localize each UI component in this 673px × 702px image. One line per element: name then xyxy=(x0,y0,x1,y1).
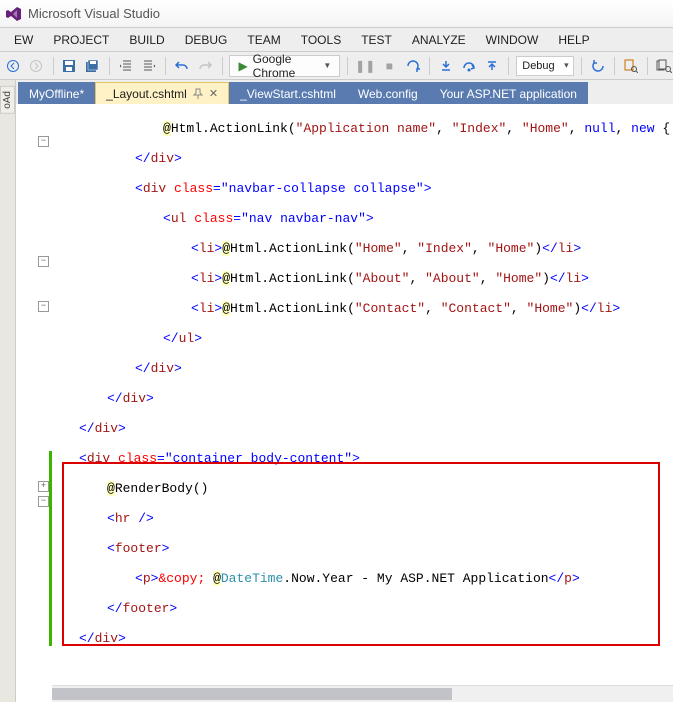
outline-toggle[interactable]: − xyxy=(38,301,49,312)
step-out-button[interactable] xyxy=(483,55,501,77)
restart-icon[interactable] xyxy=(404,55,422,77)
menu-window[interactable]: WINDOW xyxy=(476,33,549,47)
outline-toggle[interactable]: + xyxy=(38,481,49,492)
pause-button[interactable]: ❚❚ xyxy=(355,55,375,77)
start-debug-button[interactable]: ▶ Google Chrome ▼ xyxy=(229,55,340,77)
sidebar-tab[interactable]: oAd xyxy=(0,86,15,114)
save-button[interactable] xyxy=(60,55,78,77)
menu-view[interactable]: EW xyxy=(4,33,43,47)
outline-toggle[interactable]: − xyxy=(38,136,49,147)
undo-button[interactable] xyxy=(173,55,191,77)
title-bar: Microsoft Visual Studio xyxy=(0,0,673,28)
horizontal-scrollbar[interactable] xyxy=(52,685,673,702)
menu-analyze[interactable]: ANALYZE xyxy=(402,33,476,47)
vs-logo-icon xyxy=(6,6,22,22)
code-editor[interactable]: − − − + − @Html.ActionLink("Application … xyxy=(16,104,673,702)
outdent-button[interactable] xyxy=(117,55,135,77)
menu-build[interactable]: BUILD xyxy=(119,33,174,47)
menu-team[interactable]: TEAM xyxy=(237,33,290,47)
window-title: Microsoft Visual Studio xyxy=(28,6,160,21)
menu-project[interactable]: PROJECT xyxy=(43,33,119,47)
document-tabs: MyOffline* _Layout.cshtml ✕ _ViewStart.c… xyxy=(16,80,673,104)
step-over-button[interactable] xyxy=(460,55,478,77)
step-into-button[interactable] xyxy=(437,55,455,77)
tab-aspnet[interactable]: Your ASP.NET application xyxy=(429,82,588,104)
browser-refresh-button[interactable] xyxy=(589,55,607,77)
play-icon: ▶ xyxy=(238,59,247,73)
tab-layout[interactable]: _Layout.cshtml ✕ xyxy=(95,82,229,104)
save-all-button[interactable] xyxy=(84,55,102,77)
config-dropdown[interactable]: Debug xyxy=(516,56,573,76)
gutter: − − − + − xyxy=(16,104,52,702)
pin-icon[interactable] xyxy=(192,88,204,100)
start-label: Google Chrome xyxy=(253,52,319,80)
outline-toggle[interactable]: − xyxy=(38,496,49,507)
nav-forward-button[interactable] xyxy=(27,55,45,77)
stop-button[interactable]: ■ xyxy=(380,55,398,77)
menu-bar: EW PROJECT BUILD DEBUG TEAM TOOLS TEST A… xyxy=(0,28,673,52)
scroll-thumb-h[interactable] xyxy=(52,688,452,700)
outline-toggle[interactable]: − xyxy=(38,256,49,267)
code-area[interactable]: @Html.ActionLink("Application name", "In… xyxy=(52,104,673,702)
tab-viewstart[interactable]: _ViewStart.cshtml xyxy=(229,82,347,104)
close-icon[interactable]: ✕ xyxy=(209,87,218,100)
find-in-files-button[interactable] xyxy=(655,55,673,77)
nav-back-button[interactable] xyxy=(4,55,22,77)
tab-webconfig[interactable]: Web.config xyxy=(347,82,429,104)
find-button[interactable] xyxy=(622,55,640,77)
menu-help[interactable]: HELP xyxy=(548,33,599,47)
toolbar: ▶ Google Chrome ▼ ❚❚ ■ Debug xyxy=(0,52,673,80)
menu-test[interactable]: TEST xyxy=(351,33,402,47)
indent-button[interactable] xyxy=(140,55,158,77)
redo-button[interactable] xyxy=(196,55,214,77)
menu-debug[interactable]: DEBUG xyxy=(175,33,238,47)
chevron-down-icon: ▼ xyxy=(323,61,331,70)
menu-tools[interactable]: TOOLS xyxy=(291,33,351,47)
tab-myoffline[interactable]: MyOffline* xyxy=(18,82,95,104)
left-dock: oAd xyxy=(0,80,16,702)
